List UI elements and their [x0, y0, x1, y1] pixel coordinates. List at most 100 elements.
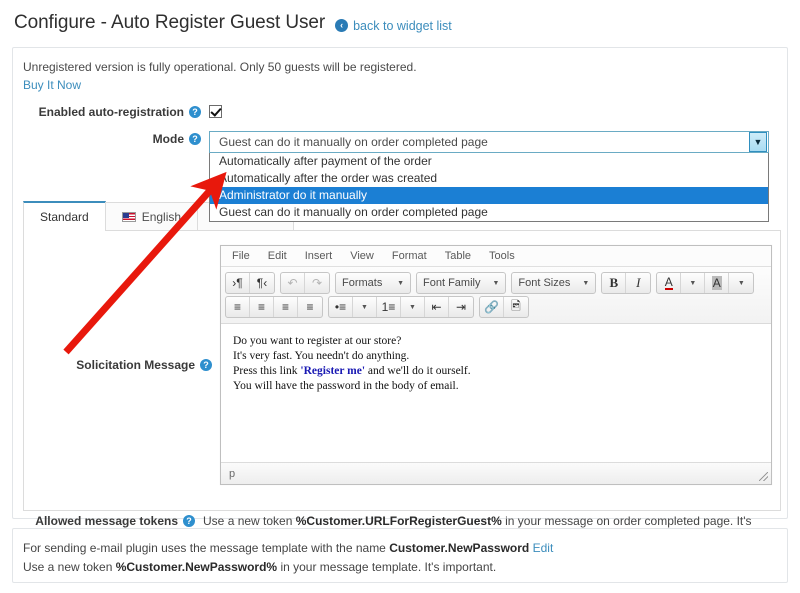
page-title: Configure - Auto Register Guest User — [14, 12, 326, 33]
enabled-auto-registration-text: Enabled auto-registration — [38, 105, 184, 119]
editor-menubar: File Edit Insert View Format Table Tools — [221, 246, 771, 267]
redo-icon[interactable]: ↷ — [305, 273, 329, 293]
font-family-dropdown[interactable]: Font Family ▼ — [417, 273, 505, 293]
insert-group: 🔗 🖻 — [479, 296, 529, 318]
tokens-prefix: Use a new token — [203, 514, 296, 528]
undo-icon[interactable]: ↶ — [281, 273, 305, 293]
menu-insert[interactable]: Insert — [297, 248, 341, 264]
direction-group: ›¶ ¶‹ — [225, 272, 275, 294]
menu-view[interactable]: View — [342, 248, 382, 264]
mode-label: Mode ? — [13, 131, 209, 146]
mode-select[interactable]: Guest can do it manually on order comple… — [209, 131, 769, 153]
question-mark-icon[interactable]: ? — [189, 133, 201, 145]
bullet-list-chevron-down-icon[interactable]: ▼ — [353, 297, 377, 317]
circle-left-arrow-icon: ‹ — [335, 19, 349, 32]
footer-line-2-prefix: Use a new token — [23, 560, 116, 574]
ltr-direction-icon[interactable]: ›¶ — [226, 273, 250, 293]
bullet-list-icon[interactable]: •≡ — [329, 297, 353, 317]
mode-control: Guest can do it manually on order comple… — [209, 131, 787, 222]
align-justify-icon[interactable]: ≡ — [298, 297, 322, 317]
alignment-group: ≡ ≡ ≡ ≡ — [225, 296, 323, 318]
email-template-panel: For sending e-mail plugin uses the messa… — [12, 528, 788, 583]
align-right-icon[interactable]: ≡ — [274, 297, 298, 317]
tab-english-label: English — [141, 209, 182, 224]
footer-line-1: For sending e-mail plugin uses the messa… — [23, 539, 787, 558]
link-icon[interactable]: 🔗 — [480, 297, 504, 317]
editor-line-3: Press this link 'Register me' and we'll … — [233, 364, 759, 379]
font-sizes-dropdown[interactable]: Font Sizes ▼ — [512, 273, 595, 293]
mode-option-3[interactable]: Guest can do it manually on order comple… — [210, 204, 768, 221]
editor-line-2: It's very fast. You needn't do anything. — [233, 350, 410, 362]
us-flag-icon — [121, 211, 136, 222]
align-left-icon[interactable]: ≡ — [226, 297, 250, 317]
menu-format[interactable]: Format — [384, 248, 435, 264]
menu-tools[interactable]: Tools — [481, 248, 523, 264]
edit-template-link[interactable]: Edit — [533, 541, 554, 555]
numbered-list-chevron-down-icon[interactable]: ▼ — [401, 297, 425, 317]
formats-dropdown[interactable]: Formats ▼ — [336, 273, 410, 293]
editor-toolbar-row-2: ≡ ≡ ≡ ≡ •≡ ▼ 1≡ ▼ ⇤ ⇥ 🔗 🖻 — [225, 296, 767, 318]
mode-option-1[interactable]: Automatically after the order was create… — [210, 170, 768, 187]
chevron-down-icon[interactable]: ▼ — [749, 132, 767, 152]
mode-select-value: Guest can do it manually on order comple… — [219, 135, 488, 149]
editor-content[interactable]: Do you want to register at our store? It… — [221, 324, 771, 462]
rtl-direction-icon[interactable]: ¶‹ — [250, 273, 274, 293]
mode-select-wrap: Guest can do it manually on order comple… — [209, 131, 769, 222]
unregistered-notice: Unregistered version is fully operationa… — [13, 48, 787, 92]
style-group: B I — [601, 272, 652, 294]
background-color-icon[interactable]: A — [705, 273, 730, 293]
page-header: Configure - Auto Register Guest User ‹ b… — [0, 0, 800, 44]
formats-group: Formats ▼ — [335, 272, 411, 294]
register-me-link[interactable]: 'Register me' — [300, 365, 365, 377]
enabled-auto-registration-control — [209, 104, 787, 119]
solicitation-message-label: Solicitation Message ? — [24, 245, 220, 485]
notice-text: Unregistered version is fully operationa… — [23, 60, 417, 74]
editor-toolbar-row-1: ›¶ ¶‹ ↶ ↷ Formats ▼ Font Family ▼ Font S… — [225, 272, 767, 294]
editor-statusbar: p — [221, 462, 771, 484]
question-mark-icon[interactable]: ? — [189, 106, 201, 118]
menu-edit[interactable]: Edit — [260, 248, 295, 264]
text-color-icon[interactable]: A — [657, 273, 682, 293]
background-color-chevron-down-icon[interactable]: ▼ — [729, 273, 753, 293]
footer-template-name: Customer.NewPassword — [389, 541, 530, 555]
mode-option-0[interactable]: Automatically after payment of the order — [210, 153, 768, 170]
tab-body: Solicitation Message ? File Edit Insert … — [23, 231, 781, 511]
formats-label: Formats — [342, 277, 383, 289]
menu-table[interactable]: Table — [437, 248, 479, 264]
language-tabs-panel: Standard English Russian Solicitation Me… — [23, 201, 781, 511]
enabled-auto-registration-label: Enabled auto-registration ? — [13, 104, 209, 119]
menu-file[interactable]: File — [224, 248, 258, 264]
question-mark-icon[interactable]: ? — [200, 359, 212, 371]
color-group: A ▼ A ▼ — [656, 272, 755, 294]
rich-text-editor: File Edit Insert View Format Table Tools… — [220, 245, 772, 485]
outdent-icon[interactable]: ⇤ — [425, 297, 449, 317]
editor-resize-handle[interactable] — [759, 472, 768, 481]
editor-line-3-suffix: and we'll do it ourself. — [365, 365, 471, 377]
numbered-list-icon[interactable]: 1≡ — [377, 297, 401, 317]
list-group: •≡ ▼ 1≡ ▼ ⇤ ⇥ — [328, 296, 474, 318]
text-color-chevron-down-icon[interactable]: ▼ — [681, 273, 706, 293]
mode-option-2[interactable]: Administrator do it manually — [210, 187, 768, 204]
back-link-label: back to widget list — [353, 18, 452, 33]
mode-select-options[interactable]: Automatically after payment of the order… — [209, 153, 769, 222]
chevron-down-icon: ▼ — [582, 279, 590, 287]
align-center-icon[interactable]: ≡ — [250, 297, 274, 317]
tokens-token: %Customer.URLForRegisterGuest% — [295, 514, 502, 528]
editor-toolbar: ›¶ ¶‹ ↶ ↷ Formats ▼ Font Family ▼ Font S… — [221, 267, 771, 324]
configuration-panel: Unregistered version is fully operationa… — [12, 47, 788, 572]
tab-standard[interactable]: Standard — [23, 201, 106, 231]
bold-button[interactable]: B — [602, 273, 627, 293]
buy-it-now-link[interactable]: Buy It Now — [23, 78, 787, 92]
chevron-down-icon: ▼ — [397, 279, 404, 287]
footer-token: %Customer.NewPassword% — [115, 560, 278, 574]
enabled-auto-registration-checkbox[interactable] — [209, 105, 222, 119]
solicitation-message-text: Solicitation Message — [76, 358, 195, 372]
italic-button[interactable]: I — [626, 273, 650, 293]
question-mark-icon[interactable]: ? — [183, 515, 196, 527]
indent-icon[interactable]: ⇥ — [449, 297, 473, 317]
mode-row: Mode ? Guest can do it manually on order… — [13, 131, 787, 222]
image-icon[interactable]: 🖻 — [504, 297, 528, 317]
back-to-widget-list-link[interactable]: ‹ back to widget list — [335, 19, 452, 33]
tab-english[interactable]: English — [104, 202, 199, 230]
footer-line-2-suffix: in your message template. It's important… — [277, 560, 497, 574]
